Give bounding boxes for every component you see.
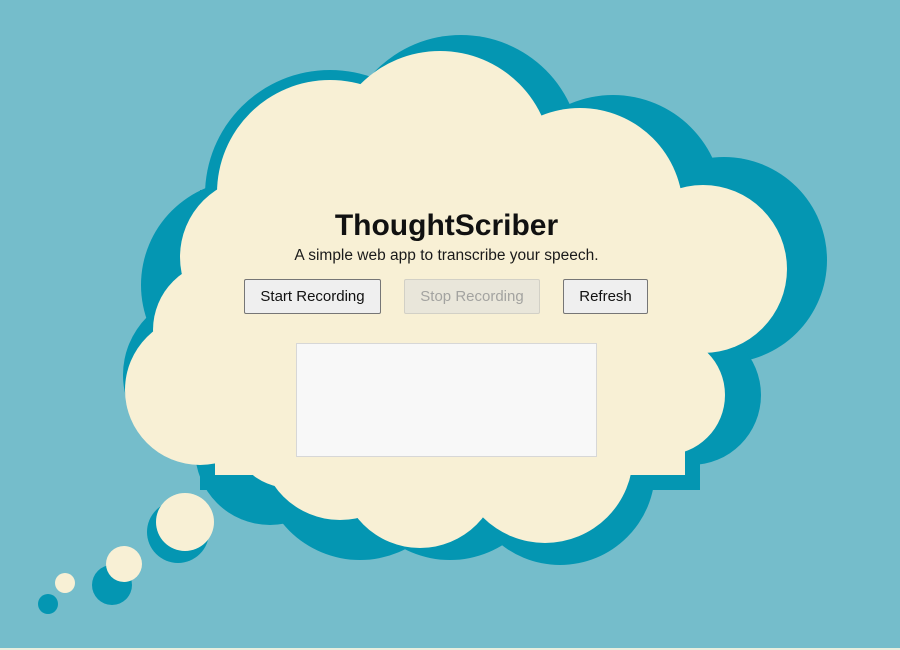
start-recording-button[interactable]: Start Recording bbox=[244, 279, 381, 314]
stop-recording-button[interactable]: Stop Recording bbox=[404, 279, 540, 314]
page-subtitle: A simple web app to transcribe your spee… bbox=[294, 247, 599, 264]
page-title: ThoughtScriber bbox=[334, 209, 559, 242]
transcript-box bbox=[296, 343, 597, 457]
refresh-button[interactable]: Refresh bbox=[563, 279, 648, 314]
app-panel: ThoughtScriber A simple web app to trans… bbox=[0, 0, 900, 650]
